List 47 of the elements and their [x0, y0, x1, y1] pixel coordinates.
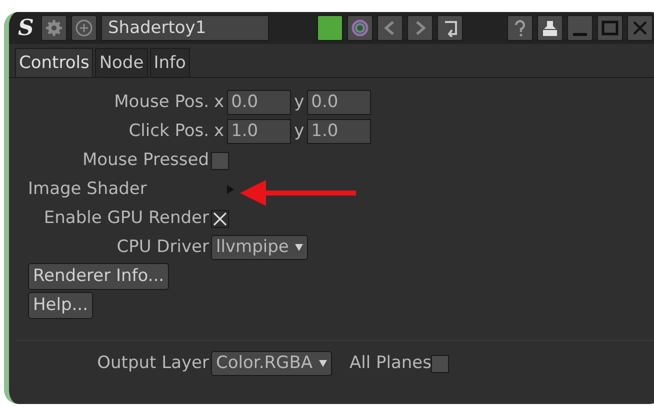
button[interactable]: Renderer Info... — [28, 263, 170, 290]
return-button[interactable] — [437, 15, 463, 41]
node-name-field[interactable]: Shadertoy1 — [101, 15, 269, 41]
pin-icon — [541, 19, 559, 37]
dropdown[interactable]: llvmpipe — [211, 235, 308, 260]
axis-label: x — [213, 90, 226, 114]
field-label: Click Pos. — [128, 120, 210, 143]
help-button[interactable] — [507, 15, 533, 41]
caret-icon — [294, 244, 303, 251]
tab[interactable]: Node — [95, 48, 148, 77]
gear-icon — [45, 19, 63, 37]
minimize-icon — [573, 33, 587, 36]
field-label: Output Layer — [96, 352, 210, 375]
checkbox[interactable] — [211, 152, 229, 170]
button[interactable]: Help... — [28, 292, 93, 319]
axis-label: y — [293, 120, 306, 143]
gear-button[interactable] — [41, 15, 67, 41]
value-field[interactable]: 0.0 — [227, 90, 292, 115]
chevron-right-button[interactable] — [407, 15, 433, 41]
field-label: Mouse Pos. — [113, 90, 210, 114]
axis-label: x — [213, 120, 226, 143]
field-label: All Planes — [350, 352, 432, 375]
color-wheel-button[interactable] — [347, 15, 373, 41]
tab[interactable]: Controls — [15, 48, 94, 77]
value-field[interactable]: 1.0 — [227, 119, 292, 144]
field-label: Mouse Pressed — [81, 148, 210, 172]
value-field[interactable]: 1.0 — [307, 119, 372, 144]
plus-circle-button[interactable] — [71, 15, 97, 41]
logo: S — [17, 15, 35, 41]
value-field[interactable]: 0.0 — [307, 90, 372, 115]
axis-label: y — [293, 90, 306, 114]
chevron-left-button[interactable] — [377, 15, 403, 41]
close-icon — [631, 19, 649, 37]
field-label: Enable GPU Render — [42, 206, 210, 230]
color-wheel-icon — [351, 19, 369, 37]
maximize-icon — [601, 19, 619, 37]
pin-button[interactable] — [537, 15, 563, 41]
group-label: Image Shader — [28, 178, 148, 201]
tab[interactable]: Info — [150, 48, 190, 77]
check-cross-icon — [213, 212, 227, 226]
field-label: CPU Driver — [116, 236, 210, 259]
caret-icon — [318, 360, 327, 368]
checkbox[interactable] — [431, 354, 450, 373]
color-swatch[interactable] — [317, 15, 343, 41]
plus-circle-icon — [75, 19, 93, 37]
dropdown[interactable]: Color.RGBA — [211, 351, 332, 376]
checkbox[interactable] — [211, 210, 229, 228]
